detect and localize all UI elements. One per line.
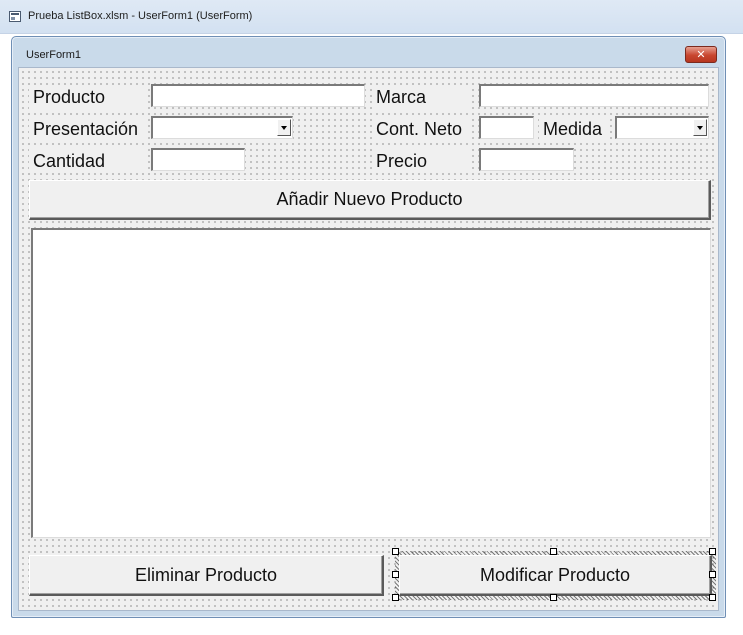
delete-product-button-label: Eliminar Producto [134, 564, 278, 585]
chevron-down-icon[interactable] [277, 119, 291, 136]
resize-handle-bottom-right[interactable] [709, 594, 716, 601]
userform-title: UserForm1 [26, 49, 82, 61]
cont-neto-label: Cont. Neto [372, 117, 472, 141]
close-icon: ✕ [696, 48, 706, 61]
delete-product-button[interactable]: Eliminar Producto [29, 555, 384, 596]
presentacion-label: Presentación [29, 117, 144, 141]
userform-title-bar: UserForm1 ✕ [12, 37, 725, 67]
cont-neto-input[interactable] [479, 116, 534, 139]
products-listbox[interactable] [31, 228, 711, 538]
presentacion-combobox[interactable] [151, 116, 293, 139]
add-product-button[interactable]: Añadir Nuevo Producto [29, 180, 711, 220]
precio-input[interactable] [479, 148, 574, 171]
marca-input[interactable] [479, 84, 709, 107]
modify-product-button-label: Modificar Producto [479, 564, 631, 585]
resize-handle-right[interactable] [709, 571, 716, 578]
medida-combobox[interactable] [615, 116, 709, 139]
producto-label: Producto [29, 85, 144, 109]
medida-label: Medida [539, 117, 609, 141]
resize-handle-bottom[interactable] [550, 594, 557, 601]
add-product-button-label: Añadir Nuevo Producto [276, 189, 463, 209]
resize-handle-top-right[interactable] [709, 548, 716, 555]
userform-window-icon [9, 11, 21, 22]
producto-input[interactable] [151, 84, 365, 107]
resize-handle-left[interactable] [392, 571, 399, 578]
precio-label: Precio [372, 149, 472, 173]
designer-window-title: Prueba ListBox.xlsm - UserForm1 (UserFor… [28, 10, 253, 22]
designer-title-bar: Prueba ListBox.xlsm - UserForm1 (UserFor… [0, 0, 743, 34]
close-button[interactable]: ✕ [685, 46, 717, 63]
userform-client-area[interactable]: Producto Marca Presentación Cont. Neto M… [18, 67, 719, 611]
chevron-down-icon[interactable] [693, 119, 707, 136]
cantidad-input[interactable] [151, 148, 245, 171]
resize-handle-top[interactable] [550, 548, 557, 555]
userform-window[interactable]: UserForm1 ✕ Producto Marca Presentación … [11, 36, 726, 618]
marca-label: Marca [372, 85, 472, 109]
cantidad-label: Cantidad [29, 149, 144, 173]
resize-handle-top-left[interactable] [392, 548, 399, 555]
modify-product-button[interactable]: Modificar Producto [399, 555, 712, 596]
resize-handle-bottom-left[interactable] [392, 594, 399, 601]
